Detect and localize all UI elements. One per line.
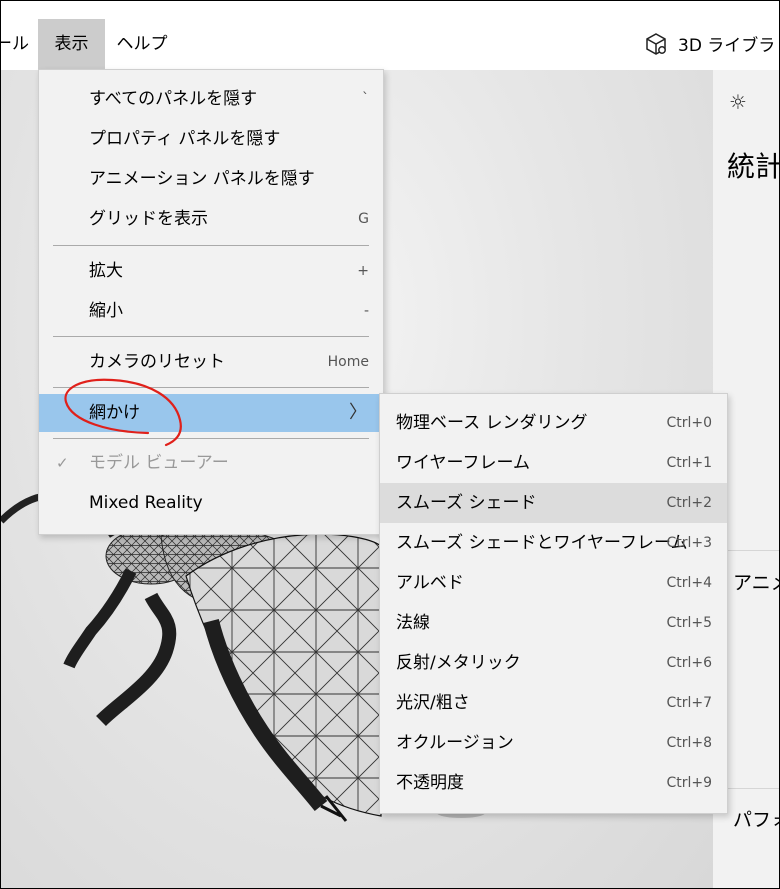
lighting-icon[interactable]: ☼ [729, 90, 747, 114]
menu-item-shortcut: Home [327, 354, 369, 370]
submenu-item-albedo[interactable]: アルベド Ctrl+4 [380, 563, 727, 603]
menu-item-label: すべてのパネルを隠す [89, 89, 258, 109]
cube-icon [646, 32, 666, 55]
menu-bar: ール 表示 ヘルプ 3D ライブラリ [1, 1, 779, 70]
submenu-item-label: 法線 [396, 613, 430, 633]
submenu-item-normal[interactable]: 法線 Ctrl+5 [380, 603, 727, 643]
menu-tools[interactable]: ール [1, 19, 29, 69]
submenu-item-label: アルベド [396, 573, 464, 593]
menu-separator [53, 245, 369, 246]
3d-library-label: 3D ライブラリ [678, 36, 779, 56]
menu-item-shading[interactable]: 網かけ 〉 [39, 394, 383, 432]
submenu-item-shortcut: Ctrl+6 [666, 655, 712, 671]
submenu-item-label: 不透明度 [396, 773, 464, 793]
menu-item-zoom-in[interactable]: 拡大 + [39, 252, 383, 290]
menu-item-label: カメラのリセット [89, 352, 225, 372]
submenu-item-label: 物理ベース レンダリング [396, 413, 588, 433]
menu-item-label: 縮小 [89, 301, 123, 321]
view-menu: すべてのパネルを隠す ` プロパティ パネルを隠す アニメーション パネルを隠す… [38, 69, 384, 535]
menu-help[interactable]: ヘルプ [105, 19, 179, 69]
submenu-item-shortcut: Ctrl+5 [666, 615, 712, 631]
submenu-item-label: スムーズ シェード [396, 493, 537, 513]
submenu-item-wireframe[interactable]: ワイヤーフレーム Ctrl+1 [380, 443, 727, 483]
submenu-item-opacity[interactable]: 不透明度 Ctrl+9 [380, 763, 727, 803]
menu-item-shortcut: G [358, 211, 369, 227]
menu-item-mixed-reality[interactable]: Mixed Reality [39, 484, 383, 522]
menu-item-label: 網かけ [89, 403, 140, 423]
menu-item-hide-properties-panel[interactable]: プロパティ パネルを隠す [39, 120, 383, 158]
menu-item-hide-animation-panel[interactable]: アニメーション パネルを隠す [39, 160, 383, 198]
shading-submenu: 物理ベース レンダリング Ctrl+0 ワイヤーフレーム Ctrl+1 スムーズ… [379, 393, 728, 814]
menu-separator [53, 438, 369, 439]
submenu-item-shortcut: Ctrl+0 [666, 415, 712, 431]
submenu-item-roughness[interactable]: 光沢/粗さ Ctrl+7 [380, 683, 727, 723]
menu-item-hide-all-panels[interactable]: すべてのパネルを隠す ` [39, 80, 383, 118]
submenu-item-label: ワイヤーフレーム [396, 453, 530, 473]
menu-separator [53, 387, 369, 388]
menu-item-shortcut: ` [362, 91, 369, 107]
menu-item-label: Mixed Reality [89, 493, 203, 513]
menu-item-shortcut: - [363, 303, 369, 319]
submenu-item-label: 反射/メタリック [396, 653, 521, 673]
submenu-item-label: スムーズ シェードとワイヤーフレーム [396, 533, 688, 553]
menu-item-shortcut: + [357, 263, 369, 279]
submenu-item-shortcut: Ctrl+4 [666, 575, 712, 591]
submenu-item-shortcut: Ctrl+1 [666, 455, 712, 471]
menu-item-show-grid[interactable]: グリッドを表示 G [39, 200, 383, 238]
submenu-item-shortcut: Ctrl+7 [666, 695, 712, 711]
submenu-item-shortcut: Ctrl+3 [666, 535, 712, 551]
app-window: ☼ 統計 アニメ パフォ ール 表示 ヘルプ 3D ライブラリ すべてのパネルを… [0, 0, 780, 889]
menu-view[interactable]: 表示 [38, 19, 105, 69]
3d-library-button[interactable]: 3D ライブラリ [644, 31, 779, 56]
submenu-item-shortcut: Ctrl+9 [666, 775, 712, 791]
checkmark-icon: ✓ [56, 454, 69, 472]
submenu-item-pbr[interactable]: 物理ベース レンダリング Ctrl+0 [380, 403, 727, 443]
menu-item-label: プロパティ パネルを隠す [89, 129, 281, 149]
animation-heading[interactable]: アニメ [733, 568, 779, 595]
submenu-item-metallic[interactable]: 反射/メタリック Ctrl+6 [380, 643, 727, 683]
stats-heading: 統計 [727, 150, 780, 183]
menu-item-zoom-out[interactable]: 縮小 - [39, 292, 383, 330]
menu-item-label: モデル ビューアー [89, 453, 229, 473]
menu-separator [53, 336, 369, 337]
menu-item-reset-camera[interactable]: カメラのリセット Home [39, 343, 383, 381]
menu-item-label: 拡大 [89, 261, 123, 281]
chevron-right-icon: 〉 [349, 402, 367, 423]
submenu-item-shortcut: Ctrl+2 [666, 495, 712, 511]
submenu-item-label: 光沢/粗さ [396, 693, 470, 713]
submenu-item-smooth-shade-wireframe[interactable]: スムーズ シェードとワイヤーフレーム Ctrl+3 [380, 523, 727, 563]
menu-item-label: アニメーション パネルを隠す [89, 169, 315, 189]
submenu-item-label: オクルージョン [396, 733, 514, 753]
submenu-item-smooth-shade[interactable]: スムーズ シェード Ctrl+2 [380, 483, 727, 523]
performance-heading[interactable]: パフォ [733, 805, 779, 832]
menu-item-model-viewer: ✓ モデル ビューアー [39, 444, 383, 482]
menu-item-label: グリッドを表示 [89, 209, 208, 229]
submenu-item-shortcut: Ctrl+8 [666, 735, 712, 751]
submenu-item-occlusion[interactable]: オクルージョン Ctrl+8 [380, 723, 727, 763]
